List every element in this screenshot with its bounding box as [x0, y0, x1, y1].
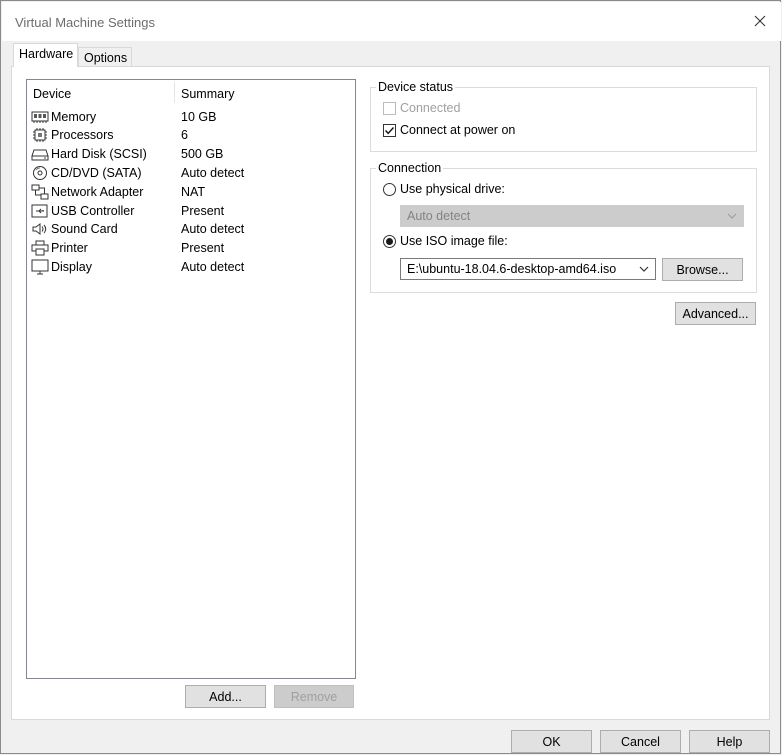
device-name: Printer: [51, 241, 88, 255]
column-separator[interactable]: [174, 82, 175, 103]
device-row-sound-card[interactable]: Sound Card Auto detect: [31, 221, 351, 239]
device-summary: Present: [181, 204, 225, 218]
device-name: USB Controller: [51, 204, 135, 218]
device-row-memory[interactable]: Memory 10 GB: [31, 109, 351, 127]
processor-icon: [33, 128, 47, 142]
device-row-network-adapter[interactable]: Network Adapter NAT: [31, 184, 351, 202]
connected-label: Connected: [400, 101, 461, 115]
help-button[interactable]: Help: [689, 730, 770, 753]
add-button[interactable]: Add...: [185, 685, 266, 708]
cd-dvd-icon: [33, 166, 47, 180]
device-row-usb-controller[interactable]: USB Controller Present: [31, 203, 351, 221]
title-bar: Virtual Machine Settings: [2, 2, 781, 41]
device-summary: 6: [181, 128, 188, 142]
device-name: Display: [51, 260, 92, 274]
tab-hardware[interactable]: Hardware: [13, 43, 78, 67]
browse-button[interactable]: Browse...: [662, 258, 743, 281]
connection-title: Connection: [376, 161, 444, 175]
device-summary: Auto detect: [181, 260, 245, 274]
device-summary: Present: [181, 241, 225, 255]
tab-options-label: Options: [84, 51, 128, 65]
device-summary: NAT: [181, 185, 206, 199]
ok-button[interactable]: OK: [511, 730, 592, 753]
close-icon: [754, 15, 766, 27]
use-iso-image-label: Use ISO image file:: [400, 234, 508, 248]
device-name: Hard Disk (SCSI): [51, 147, 147, 161]
cancel-button[interactable]: Cancel: [600, 730, 681, 753]
device-row-cd-dvd[interactable]: CD/DVD (SATA) Auto detect: [31, 165, 351, 183]
hard-disk-icon: [31, 149, 49, 161]
device-summary: Auto detect: [181, 222, 245, 236]
use-physical-drive-label: Use physical drive:: [400, 182, 505, 196]
iso-image-path-value[interactable]: E:\ubuntu-18.04.6-desktop-amd64.iso: [407, 262, 616, 276]
usb-icon: [31, 204, 48, 218]
use-iso-image-radio[interactable]: [383, 235, 396, 248]
chevron-down-icon: [727, 213, 737, 219]
device-row-hard-disk[interactable]: Hard Disk (SCSI) 500 GB: [31, 146, 351, 164]
device-row-processors[interactable]: Processors 6: [31, 127, 351, 145]
remove-button[interactable]: Remove: [274, 685, 354, 708]
device-name: CD/DVD (SATA): [51, 166, 142, 180]
use-physical-drive-radio[interactable]: [383, 183, 396, 196]
memory-icon: [31, 111, 49, 123]
display-icon: [31, 259, 49, 275]
tab-hardware-label: Hardware: [19, 47, 74, 61]
device-list[interactable]: Device Summary Memory 10 GB Processors 6…: [26, 79, 356, 679]
close-button[interactable]: [749, 10, 771, 32]
device-row-display[interactable]: Display Auto detect: [31, 259, 351, 277]
connect-at-power-on-checkbox[interactable]: [383, 124, 396, 137]
device-name: Processors: [51, 128, 114, 142]
iso-image-path-combo[interactable]: E:\ubuntu-18.04.6-desktop-amd64.iso: [400, 258, 656, 280]
device-summary: Auto detect: [181, 166, 245, 180]
device-status-title: Device status: [376, 80, 456, 94]
physical-drive-value: Auto detect: [407, 209, 471, 223]
device-name: Network Adapter: [51, 185, 144, 199]
device-name: Sound Card: [51, 222, 118, 236]
device-row-printer[interactable]: Printer Present: [31, 240, 351, 258]
connected-checkbox[interactable]: [383, 102, 396, 115]
checkmark-icon: [384, 127, 395, 135]
physical-drive-select[interactable]: Auto detect: [400, 205, 744, 227]
device-summary: 500 GB: [181, 147, 224, 161]
device-name: Memory: [51, 110, 97, 124]
tab-options[interactable]: Options: [78, 47, 132, 67]
network-adapter-icon: [31, 184, 49, 200]
connect-at-power-on-label: Connect at power on: [400, 123, 516, 137]
device-status-group: [370, 87, 757, 152]
advanced-button[interactable]: Advanced...: [675, 302, 756, 325]
device-summary: 10 GB: [181, 110, 217, 124]
chevron-down-icon[interactable]: [637, 262, 651, 276]
speaker-icon: [32, 223, 47, 235]
window-title: Virtual Machine Settings: [15, 15, 155, 30]
printer-icon: [31, 240, 49, 256]
